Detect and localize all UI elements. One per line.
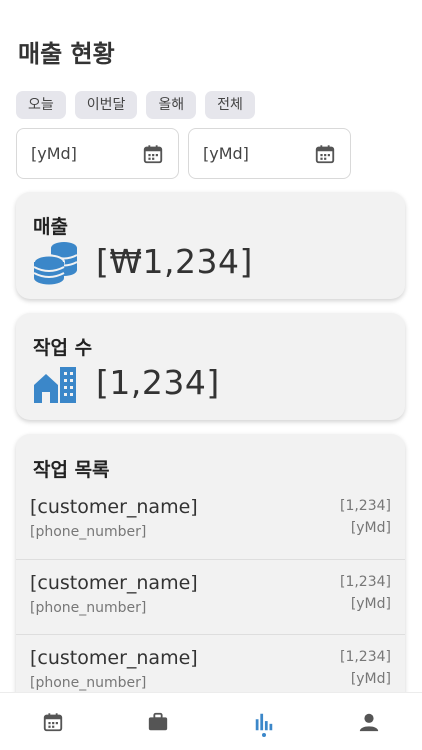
start-date-value: [yMd] [31, 144, 77, 163]
sales-value: [₩1,234] [96, 242, 253, 281]
job-date: [yMd] [350, 595, 391, 612]
active-indicator [261, 733, 266, 737]
jobs-card: 작업 수 [1,234] [16, 313, 405, 420]
jobs-label: 작업 수 [33, 337, 93, 359]
coin-stack-icon [33, 242, 78, 285]
sales-card: 매출 [₩1,234] [16, 192, 405, 299]
calendar-icon [43, 712, 62, 731]
job-list-card: 작업 목록 [customer_name] [phone_number] [1,… [16, 434, 405, 714]
date-range: [yMd] [yMd] [16, 128, 351, 179]
nav-jobs[interactable] [106, 693, 212, 750]
customer-name: [customer_name] [30, 571, 198, 594]
calendar-icon[interactable] [142, 143, 164, 165]
person-icon [360, 713, 379, 731]
nav-calendar[interactable] [0, 693, 106, 750]
building-icon [34, 367, 76, 403]
job-amount: [1,234] [339, 498, 391, 514]
jobs-value: [1,234] [96, 363, 220, 402]
chip-this-month[interactable]: 이번달 [74, 91, 138, 119]
bar-chart-icon [255, 713, 272, 730]
customer-name: [customer_name] [30, 496, 198, 518]
list-item[interactable]: [customer_name] [phone_number] [1,234] [… [16, 560, 405, 635]
customer-name: [customer_name] [30, 647, 198, 669]
job-amount: [1,234] [339, 573, 391, 590]
page-title: 매출 현황 [18, 40, 115, 68]
job-amount: [1,234] [339, 649, 391, 665]
list-item[interactable]: [customer_name] [phone_number] [1,234] [… [16, 484, 405, 560]
nav-sales-stats[interactable] [211, 693, 317, 750]
period-filter-chips: 오늘 이번달 올해 전체 [16, 91, 255, 119]
job-date: [yMd] [350, 671, 391, 687]
sales-label: 매출 [33, 216, 68, 238]
phone-number: [phone_number] [30, 524, 147, 540]
chip-all[interactable]: 전체 [205, 91, 255, 119]
nav-profile[interactable] [317, 693, 422, 750]
end-date-field[interactable]: [yMd] [188, 128, 351, 179]
phone-number: [phone_number] [30, 675, 147, 691]
start-date-field[interactable]: [yMd] [16, 128, 179, 179]
chip-this-year[interactable]: 올해 [146, 91, 197, 119]
calendar-icon[interactable] [314, 143, 336, 165]
chip-today[interactable]: 오늘 [16, 91, 66, 119]
job-list-title: 작업 목록 [33, 459, 110, 481]
job-list: [customer_name] [phone_number] [1,234] [… [16, 484, 405, 711]
briefcase-icon [149, 712, 168, 730]
end-date-value: [yMd] [203, 144, 249, 163]
phone-number: [phone_number] [30, 599, 147, 616]
job-date: [yMd] [350, 520, 391, 536]
bottom-nav [0, 692, 422, 750]
